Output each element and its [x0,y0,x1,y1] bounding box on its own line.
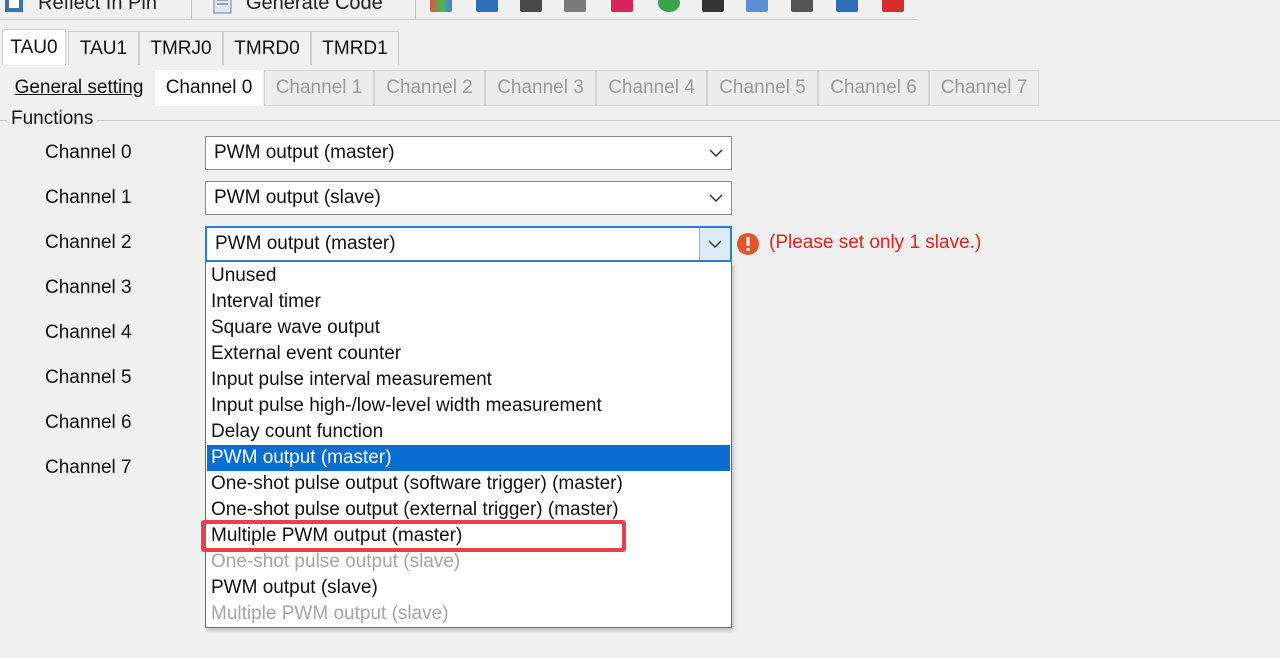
tab-channel-2[interactable]: Channel 2 [374,70,485,106]
channel-2-select[interactable]: PWM output (master) [205,226,732,262]
generate-code-icon [213,0,232,14]
dropdown-option-multiple-pwm-master[interactable]: Multiple PWM output (master) [207,523,730,549]
error-message: (Please set only 1 slave.) [769,232,982,253]
chevron-down-icon[interactable] [701,182,731,214]
refresh-icon[interactable] [564,0,586,12]
target-icon[interactable] [658,0,680,12]
tab-channel-4[interactable]: Channel 4 [596,70,707,106]
chip-arrow-icon[interactable] [476,0,498,12]
dropdown-option-selected[interactable]: PWM output (master) [207,445,730,471]
generate-code-button[interactable]: Generate Code [212,0,383,18]
channel-1-label: Channel 1 [45,187,132,208]
dropdown-option-disabled: One-shot pulse output (slave) [211,551,461,572]
signal-icon[interactable] [611,0,633,12]
channel-0-select[interactable]: PWM output (master) [205,136,732,170]
palette-icon[interactable] [430,0,452,12]
chevron-down-icon[interactable] [701,137,731,169]
tab-tmrd0[interactable]: TMRD0 [223,31,311,65]
dropdown-option[interactable]: One-shot pulse output (external trigger)… [207,497,730,523]
channel-2-label: Channel 2 [45,232,132,253]
functions-group-label: Functions [7,108,98,130]
chevron-down-icon[interactable] [699,228,730,260]
tab-channel-7[interactable]: Channel 7 [929,70,1039,106]
toolbar-separator [415,0,416,19]
channel-2-select-value: PWM output (master) [215,233,396,254]
tab-tmrd1[interactable]: TMRD1 [311,31,399,65]
tab-tau0[interactable]: TAU0 [2,29,66,65]
toolbar-separator [191,0,192,19]
dropdown-option[interactable]: Input pulse high-/low-level width measur… [207,393,730,419]
functions-group-border [0,120,1280,121]
tab-channel-5[interactable]: Channel 5 [707,70,818,106]
tab-channel-1[interactable]: Channel 1 [264,70,374,106]
channel-4-label: Channel 4 [45,322,132,343]
link-icon[interactable] [702,0,724,12]
channel-3-label: Channel 3 [45,277,132,298]
toolbar: Reflect In Pin Generate Code [0,0,918,20]
dropdown-option[interactable]: PWM output (slave) [207,575,730,601]
dropdown-option[interactable]: Input pulse interval measurement [207,367,730,393]
tab-general-setting[interactable]: General setting [4,70,154,106]
channel-7-label: Channel 7 [45,457,132,478]
dropdown-option[interactable]: Interval timer [207,289,730,315]
sound-icon[interactable] [836,0,858,12]
tab-channel-0[interactable]: Channel 0 [155,70,263,106]
generate-code-label: Generate Code [246,0,383,14]
channel-0-select-value: PWM output (master) [214,142,395,163]
error-icon [737,233,759,255]
reflect-pin-icon [5,0,23,12]
chip-icon[interactable] [520,0,542,12]
document-icon[interactable] [882,0,904,12]
dropdown-option-disabled: Multiple PWM output (slave) [211,603,449,624]
dropdown-option[interactable]: External event counter [207,341,730,367]
channel-1-select[interactable]: PWM output (slave) [205,181,732,215]
channel-6-label: Channel 6 [45,412,132,433]
reflect-in-pin-label: Reflect In Pin [38,0,157,14]
channel-2-dropdown-list[interactable]: Unused Interval timer Square wave output… [205,261,732,628]
tab-tmrj0[interactable]: TMRJ0 [139,31,223,65]
window-icon[interactable] [746,0,768,12]
tab-channel-6[interactable]: Channel 6 [818,70,929,106]
tab-channel-3[interactable]: Channel 3 [485,70,596,106]
tab-tau1[interactable]: TAU1 [68,31,139,65]
channel-5-label: Channel 5 [45,367,132,388]
reflect-in-pin-button[interactable]: Reflect In Pin [4,0,157,18]
dropdown-option[interactable]: Square wave output [207,315,730,341]
board-icon[interactable] [791,0,813,12]
dropdown-option[interactable]: Delay count function [207,419,730,445]
channel-1-select-value: PWM output (slave) [214,187,381,208]
dropdown-option[interactable]: One-shot pulse output (software trigger)… [207,471,730,497]
dropdown-option[interactable]: Unused [207,263,730,289]
channel-0-label: Channel 0 [45,142,132,163]
